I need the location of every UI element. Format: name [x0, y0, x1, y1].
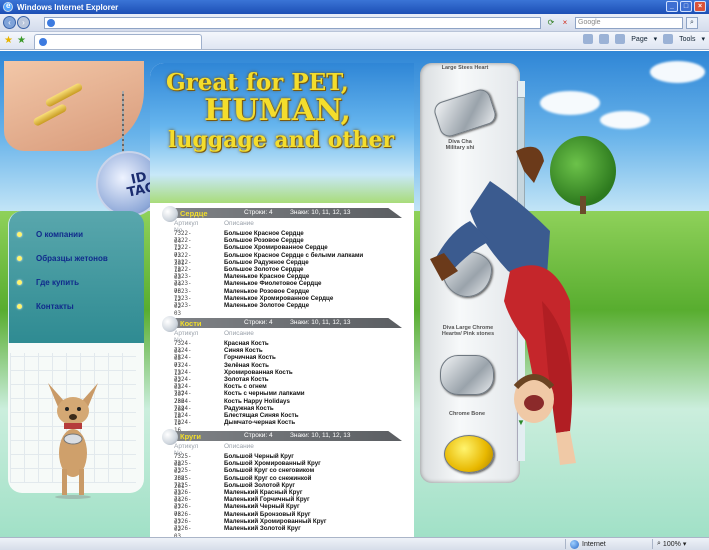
cloud-image	[600, 111, 650, 129]
chihuahua-image	[48, 383, 98, 499]
product-list: Сердце Строки: 4 Знаки: 10, 11, 12, 13 Арти…	[162, 206, 414, 537]
browser-tab[interactable]	[34, 34, 202, 49]
article-number: 7323-03	[174, 303, 192, 317]
section-rows: Строки: 4	[244, 432, 273, 439]
page-menu-chevron-icon[interactable]: ▾	[654, 35, 658, 43]
menu-bullet-icon	[17, 279, 22, 285]
window-title: Windows Internet Explorer	[17, 2, 119, 12]
close-button[interactable]: ×	[694, 1, 706, 12]
section-hearts-header: Сердце Строки: 4 Знаки: 10, 11, 12, 13	[162, 206, 402, 222]
maximize-button[interactable]: □	[680, 1, 692, 12]
section-bar	[174, 431, 402, 441]
item-description: Маленький Золотой Круг	[224, 525, 301, 532]
section-sizes: Знаки: 10, 11, 12, 13	[290, 432, 351, 439]
address-field[interactable]	[44, 17, 541, 29]
cloud-image	[650, 61, 705, 83]
print-icon[interactable]	[615, 34, 626, 44]
cloud-image	[540, 91, 600, 115]
section-bones-header: Кости Строки: 4 Знаки: 10, 11, 12, 13	[162, 316, 402, 332]
section-circles-header: Круги Строки: 4 Знаки: 10, 11, 12, 13	[162, 429, 402, 445]
back-button[interactable]: ‹	[3, 16, 16, 29]
section-title: Кости	[180, 319, 202, 328]
main-menu: О компании Образцы жетонов Где купить Ко…	[8, 211, 144, 343]
status-divider	[565, 539, 566, 549]
section-rows: Строки: 4	[244, 319, 273, 326]
banner-line-2: HUMAN,	[204, 93, 351, 128]
tools-menu-button[interactable]: Tools	[679, 36, 695, 43]
page-menu-button[interactable]: Page	[631, 36, 647, 43]
favorites-star-icon[interactable]: ★	[4, 35, 13, 46]
status-bar: Internet ⌕ 100% ▾	[0, 537, 709, 550]
menu-bullet-icon	[17, 255, 22, 261]
forward-button[interactable]: ›	[17, 16, 30, 29]
banner-line-1: Great for PET,	[166, 69, 349, 96]
security-zone[interactable]: Internet	[570, 540, 606, 549]
section-title: Сердце	[180, 209, 208, 218]
stop-icon[interactable]: ×	[559, 17, 571, 29]
status-divider	[652, 539, 653, 549]
menu-item-label: Где купить	[36, 277, 80, 287]
boy-image	[430, 146, 576, 465]
menu-bullet-icon	[17, 303, 22, 309]
address-toolbar: ‹ › ⟳ × Google ⌕	[0, 14, 709, 32]
content-panel: Great for PET, HUMAN, luggage and other …	[150, 63, 414, 537]
zoom-chevron-icon: ▾	[682, 541, 687, 548]
col-description: Описание	[224, 330, 254, 337]
web-page: ID TAG О компании Образцы жетонов Где ку…	[0, 51, 709, 537]
tools-gear-icon[interactable]	[663, 34, 674, 44]
left-column: ID TAG О компании Образцы жетонов Где ку…	[4, 61, 162, 537]
menu-item-samples[interactable]: Образцы жетонов	[17, 251, 108, 265]
menu-item-about[interactable]: О компании	[17, 227, 83, 241]
add-favorites-icon[interactable]: ★	[17, 35, 26, 46]
menu-item-label: О компании	[36, 229, 83, 239]
banner-line-3: luggage and other	[168, 127, 395, 153]
chain-image	[122, 91, 124, 153]
refresh-icon[interactable]: ⟳	[545, 17, 557, 29]
title-bar: Windows Internet Explorer _ □ ×	[0, 0, 709, 14]
menu-item-contacts[interactable]: Контакты	[17, 299, 74, 313]
section-sizes: Знаки: 10, 11, 12, 13	[290, 209, 351, 216]
tree-trunk	[580, 196, 586, 214]
search-input[interactable]: Google	[575, 17, 683, 29]
menu-item-label: Контакты	[36, 301, 74, 311]
search-icon[interactable]: ⌕	[686, 17, 698, 29]
zoom-control[interactable]: ⌕ 100% ▾	[657, 540, 686, 548]
zoom-level: 100%	[662, 540, 681, 548]
col-description: Описание	[224, 443, 254, 450]
section-bar	[174, 318, 402, 328]
item-description: Маленькое Золотое Сердце	[224, 302, 310, 309]
article-number: 7326-03	[174, 526, 192, 537]
tab-page-icon	[39, 38, 47, 46]
menu-item-label: Образцы жетонов	[36, 253, 108, 263]
minimize-button[interactable]: _	[666, 1, 678, 12]
tools-menu-chevron-icon[interactable]: ▾	[701, 35, 705, 43]
product-caption-top: Large Stees Heart	[441, 65, 489, 71]
section-sizes: Знаки: 10, 11, 12, 13	[290, 319, 351, 326]
menu-bullet-icon	[17, 231, 22, 237]
ie-logo-icon	[3, 1, 13, 12]
section-rows: Строки: 4	[244, 209, 273, 216]
feeds-icon[interactable]	[599, 34, 610, 44]
globe-icon	[570, 540, 579, 549]
page-icon	[47, 19, 55, 27]
col-description: Описание	[224, 220, 254, 227]
menu-item-where-to-buy[interactable]: Где купить	[17, 275, 79, 289]
zone-label: Internet	[582, 541, 606, 548]
section-title: Круги	[180, 432, 201, 441]
item-description: Дымчато-черная Кость	[224, 419, 296, 427]
section-bar	[174, 208, 402, 218]
home-icon[interactable]	[583, 34, 594, 44]
favorites-bar: ★ ★ Page ▾ Tools ▾	[0, 32, 709, 50]
zoom-magnifier-icon: ⌕	[657, 540, 661, 547]
